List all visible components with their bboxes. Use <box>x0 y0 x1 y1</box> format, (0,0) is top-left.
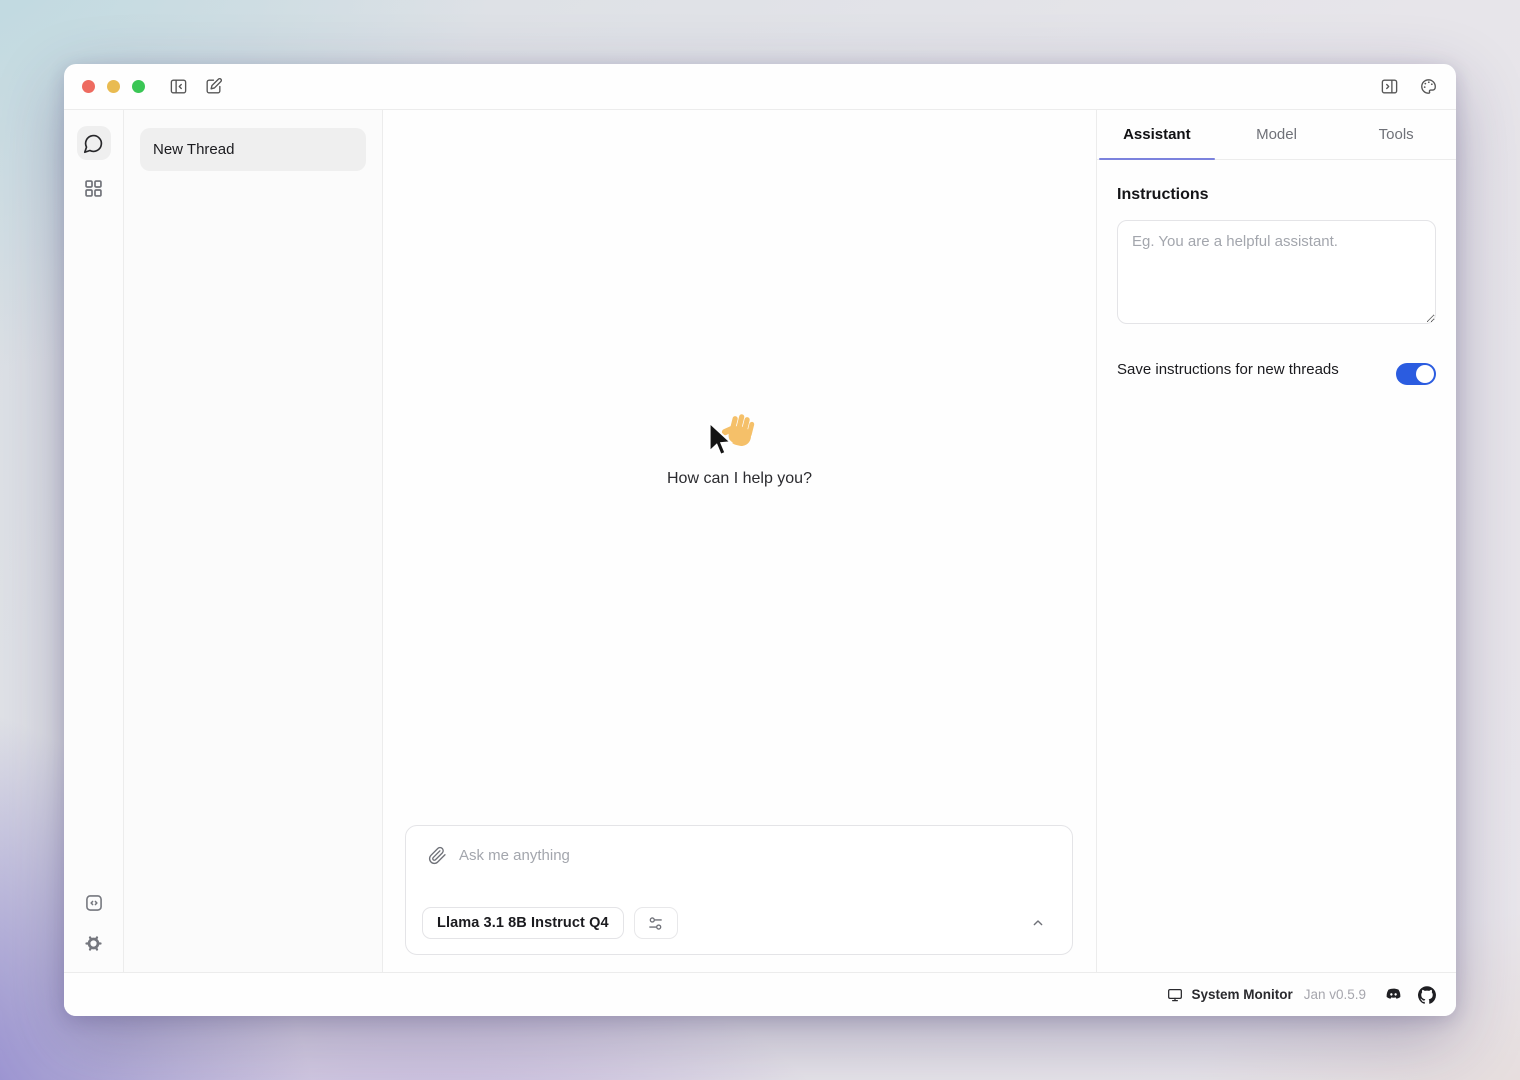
monitor-icon <box>1167 987 1183 1003</box>
settings-gear-icon <box>83 933 104 954</box>
content-row: New Thread <box>64 110 1456 972</box>
toggle-knob <box>1416 365 1434 383</box>
thread-item-new-thread[interactable]: New Thread <box>140 128 366 171</box>
save-instructions-toggle[interactable] <box>1396 363 1436 385</box>
model-selector[interactable]: Llama 3.1 8B Instruct Q4 <box>422 907 624 939</box>
prompt-input[interactable] <box>459 847 1052 864</box>
greeting-text: How can I help you? <box>667 470 812 488</box>
sidebar-item-local-api-server[interactable] <box>84 893 104 913</box>
collapse-left-panel-icon[interactable] <box>169 77 188 96</box>
theme-palette-icon[interactable] <box>1419 77 1438 96</box>
github-icon[interactable] <box>1418 986 1436 1004</box>
sidebar-item-hub[interactable] <box>83 178 104 199</box>
sliders-icon <box>647 915 664 932</box>
thread-item-label: New Thread <box>153 141 234 158</box>
status-bar: System Monitor Jan v0.5.9 <box>64 972 1456 1016</box>
chat-main: How can I help you? Llama 3.1 8B Instruc… <box>383 110 1096 972</box>
traffic-lights <box>82 80 145 93</box>
waving-hand-emoji <box>717 410 763 462</box>
code-box-icon <box>84 893 104 913</box>
model-settings-button[interactable] <box>634 907 678 939</box>
mouse-cursor <box>703 420 733 462</box>
app-window: New Thread <box>64 64 1456 1016</box>
system-monitor-button[interactable]: System Monitor <box>1167 987 1292 1003</box>
sidebar-item-settings[interactable] <box>83 933 104 954</box>
discord-icon[interactable] <box>1384 985 1403 1004</box>
empty-state-greeting: How can I help you? <box>383 410 1096 488</box>
grid-icon <box>83 178 104 199</box>
icon-rail <box>64 110 124 972</box>
compose-new-thread-icon[interactable] <box>204 77 223 96</box>
model-selector-label: Llama 3.1 8B Instruct Q4 <box>437 915 609 931</box>
assistant-panel: Assistant Model Tools Instructions Save … <box>1096 110 1456 972</box>
panel-tabs: Assistant Model Tools <box>1097 110 1456 160</box>
tab-model[interactable]: Model <box>1217 110 1337 159</box>
chevron-up-icon[interactable] <box>1030 915 1046 931</box>
minimize-button[interactable] <box>107 80 120 93</box>
app-version-label: Jan v0.5.9 <box>1304 987 1366 1002</box>
prompt-input-box: Llama 3.1 8B Instruct Q4 <box>405 825 1073 955</box>
close-button[interactable] <box>82 80 95 93</box>
attachment-paperclip-icon[interactable] <box>428 846 447 865</box>
collapse-right-panel-icon[interactable] <box>1380 77 1399 96</box>
instructions-textarea[interactable] <box>1117 220 1436 324</box>
sidebar-item-threads[interactable] <box>77 126 111 160</box>
save-instructions-label: Save instructions for new threads <box>1117 357 1339 383</box>
tab-tools[interactable]: Tools <box>1336 110 1456 159</box>
instructions-heading: Instructions <box>1117 186 1436 204</box>
thread-list: New Thread <box>124 110 383 972</box>
zoom-button[interactable] <box>132 80 145 93</box>
tab-assistant[interactable]: Assistant <box>1097 110 1217 159</box>
system-monitor-label: System Monitor <box>1191 987 1292 1002</box>
titlebar <box>64 64 1456 110</box>
chat-bubble-icon <box>83 133 104 154</box>
